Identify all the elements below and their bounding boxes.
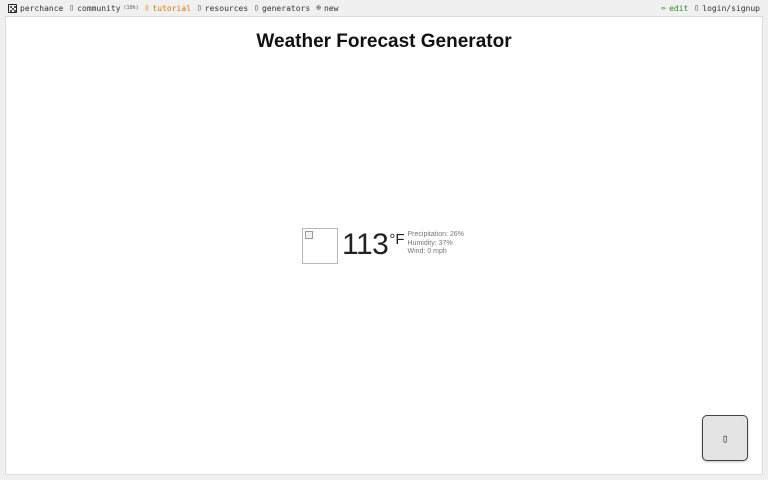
nav-community[interactable]: ▯ community (10h) — [69, 4, 138, 13]
nav-resources-label: resources — [204, 3, 249, 13]
top-nav-bar: perchance ▯ community (10h) ▯ tutorial ▯… — [0, 0, 768, 16]
pencil-icon: ✏ — [661, 3, 667, 12]
resources-icon: ▯ — [196, 3, 202, 12]
nav-edit-label: edit — [669, 3, 689, 13]
top-nav-right: ✏ edit ▯ login/signup — [661, 4, 760, 13]
nav-new[interactable]: ⊕ new — [316, 4, 338, 13]
broken-image-icon — [305, 231, 313, 239]
nav-community-label: community — [77, 3, 121, 13]
floating-action-button[interactable]: ▯ — [702, 415, 748, 461]
chat-icon: ▯ — [721, 431, 729, 445]
humidity-text: Humidity: 37% — [407, 239, 453, 247]
tutorial-icon: ▯ — [144, 3, 150, 12]
community-badge: (10h) — [123, 5, 139, 11]
generators-icon: ▯ — [254, 3, 259, 12]
nav-perchance[interactable]: perchance — [8, 3, 64, 13]
nav-login-label: login/signup — [702, 3, 760, 13]
generator-output-panel: Weather Forecast Generator 113 °F Precip… — [5, 16, 763, 475]
wind-text: Wind: 0 mph — [407, 248, 447, 255]
weather-icon — [302, 228, 338, 264]
nav-new-label: new — [323, 3, 339, 13]
nav-login[interactable]: ▯ login/signup — [694, 4, 760, 13]
community-icon: ▯ — [69, 3, 75, 12]
dice-icon — [8, 3, 17, 13]
login-icon: ▯ — [694, 3, 700, 12]
plus-circle-icon: ⊕ — [316, 3, 321, 12]
nav-generators-label: generators — [261, 3, 311, 13]
temperature-unit: °F — [389, 231, 405, 248]
nav-tutorial[interactable]: ▯ tutorial — [145, 4, 191, 13]
nav-tutorial-label: tutorial — [152, 3, 191, 13]
temperature-value: 113 — [342, 228, 389, 261]
page-title: Weather Forecast Generator — [256, 31, 512, 52]
nav-perchance-label: perchance — [20, 3, 64, 13]
precipitation-text: Precipitation: 26% — [407, 231, 464, 238]
nav-edit[interactable]: ✏ edit — [661, 4, 688, 13]
nav-generators[interactable]: ▯ generators — [254, 4, 310, 13]
nav-resources[interactable]: ▯ resources — [197, 4, 248, 13]
weather-widget: 113 °F Precipitation: 26% Humidity: 37% … — [302, 228, 464, 264]
weather-details: Precipitation: 26% Humidity: 37% Wind: 0… — [408, 231, 464, 257]
top-nav-left: perchance ▯ community (10h) ▯ tutorial ▯… — [8, 3, 338, 13]
